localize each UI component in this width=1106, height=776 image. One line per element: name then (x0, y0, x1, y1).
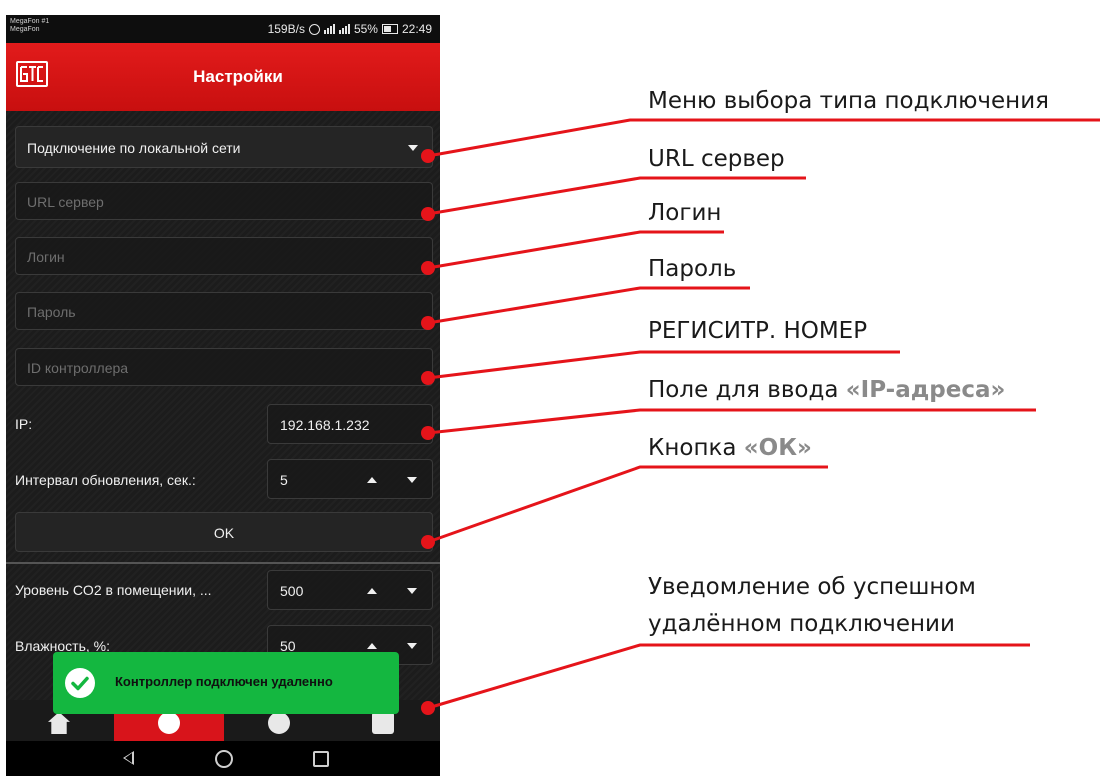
annotation-password: Пароль (648, 256, 737, 282)
connector-regnum (427, 350, 900, 380)
connector-url (427, 176, 806, 216)
annotation-notify-line2: удалённом подключении (648, 611, 955, 637)
marker-dot (421, 426, 435, 440)
annotation-notify-line1: Уведомление об успешном (648, 574, 976, 600)
annotation-url-server: URL сервер (648, 146, 785, 172)
connector-ok (427, 465, 828, 544)
marker-dot (421, 371, 435, 385)
annotation-ip-field: Поле для ввода «IP-адреса» (648, 377, 1005, 403)
connector-ip (427, 408, 1036, 435)
annotation-reg-number: РЕГИСИТР. НОМЕР (648, 318, 868, 344)
annotation-ok-button: Кнопка «ОК» (648, 435, 812, 461)
marker-dot (421, 316, 435, 330)
annotation-ip-highlight: «IP-адреса» (845, 377, 1006, 403)
annotation-menu-select: Меню выбора типа подключения (648, 88, 1049, 114)
marker-dot (421, 701, 435, 715)
marker-dot (421, 149, 435, 163)
marker-dot (421, 207, 435, 221)
annotation-ok-highlight: «ОК» (743, 435, 812, 461)
annotation-ok-prefix: Кнопка (648, 435, 744, 461)
annotation-ip-prefix: Поле для ввода (648, 377, 846, 403)
connector-notify (427, 643, 1030, 710)
annotation-login: Логин (648, 200, 722, 226)
marker-dot (421, 535, 435, 549)
marker-dot (421, 261, 435, 275)
